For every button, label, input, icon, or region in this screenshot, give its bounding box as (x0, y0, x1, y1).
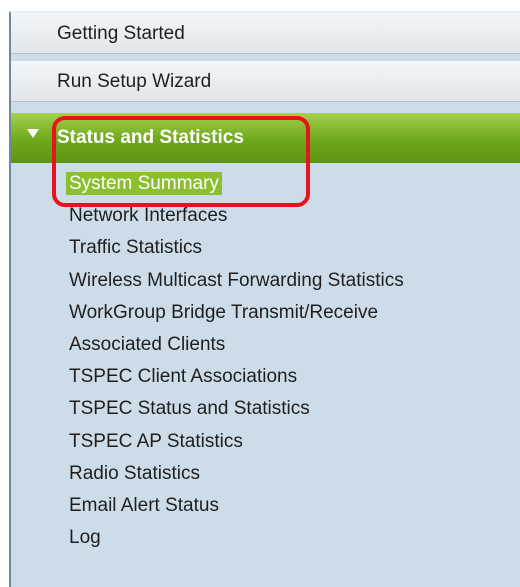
nav-item-radio-statistics[interactable]: Radio Statistics (11, 458, 520, 490)
nav-item-label: TSPEC Client Associations (69, 366, 298, 388)
nav-item-label: Wireless Multicast Forwarding Statistics (69, 269, 404, 291)
nav-item-workgroup-bridge-transmit-receive[interactable]: WorkGroup Bridge Transmit/Receive (11, 297, 520, 329)
nav-item-associated-clients[interactable]: Associated Clients (11, 329, 520, 361)
nav-item-tspec-status-and-statistics[interactable]: TSPEC Status and Statistics (11, 393, 520, 425)
nav-item-label: Radio Statistics (69, 462, 200, 484)
nav-item-run-setup-wizard[interactable]: Run Setup Wizard (11, 61, 520, 102)
nav-item-getting-started[interactable]: Getting Started (11, 13, 520, 54)
nav-item-label: Traffic Statistics (69, 237, 203, 259)
section-status-and-statistics[interactable]: Status and Statistics (11, 113, 520, 163)
nav-item-wireless-multicast-forwarding-statistics[interactable]: Wireless Multicast Forwarding Statistics (11, 265, 520, 297)
nav-item-tspec-ap-statistics[interactable]: TSPEC AP Statistics (11, 426, 520, 458)
nav-item-label: Network Interfaces (69, 205, 228, 227)
nav-item-network-interfaces[interactable]: Network Interfaces (11, 200, 520, 232)
nav-item-label: TSPEC AP Statistics (69, 430, 243, 452)
triangle-down-icon (27, 129, 39, 138)
status-submenu: System Summary Network Interfaces Traffi… (11, 168, 520, 554)
nav-item-traffic-statistics[interactable]: Traffic Statistics (11, 232, 520, 264)
section-label: Status and Statistics (57, 127, 244, 148)
nav-item-email-alert-status[interactable]: Email Alert Status (11, 490, 520, 522)
nav-item-label: TSPEC Status and Statistics (69, 398, 310, 420)
nav-item-label: WorkGroup Bridge Transmit/Receive (69, 301, 379, 323)
nav-item-label: Associated Clients (69, 333, 226, 355)
nav-item-label: Email Alert Status (69, 494, 219, 516)
nav-item-system-summary[interactable]: System Summary (11, 168, 520, 200)
nav-item-label: System Summary (66, 172, 222, 195)
navigation-tree: Getting Started Run Setup Wizard Status … (9, 11, 520, 587)
nav-item-log[interactable]: Log (11, 522, 520, 554)
nav-item-tspec-client-associations[interactable]: TSPEC Client Associations (11, 361, 520, 393)
nav-item-label: Log (69, 527, 101, 549)
